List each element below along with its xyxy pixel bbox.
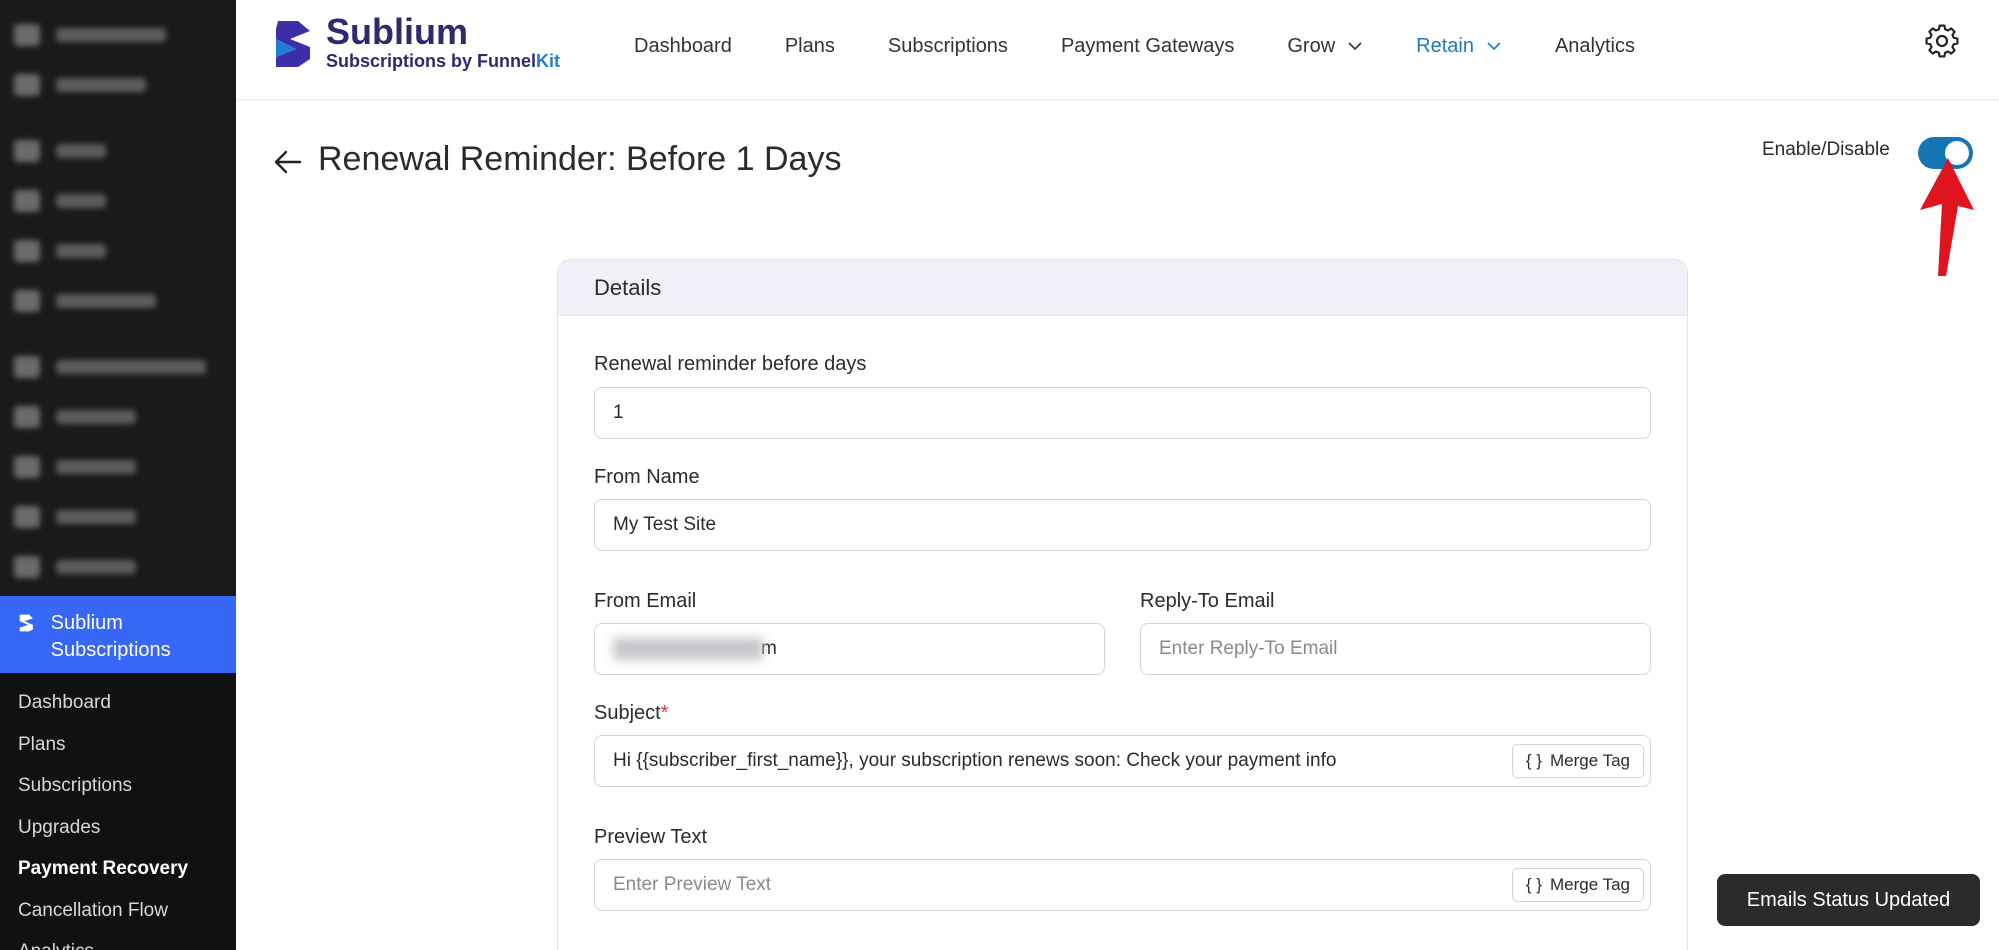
sidebar-plugin-sublium[interactable]: Sublium Subscriptions [0, 596, 236, 673]
blurred-menu-item [0, 542, 236, 592]
preview-text-label: Preview Text [594, 826, 708, 848]
status-toast: Emails Status Updated [1717, 874, 1980, 926]
details-card-title: Details [558, 260, 1687, 316]
sidebar-item-payment-recovery[interactable]: Payment Recovery [0, 852, 236, 894]
blurred-menu-item [0, 392, 236, 442]
sublium-logo-icon [19, 614, 33, 632]
subject-label: Subject* [594, 702, 669, 725]
from-email-input[interactable]: m [594, 623, 1105, 675]
back-arrow-icon[interactable] [272, 146, 304, 178]
sublium-logo-icon [276, 21, 310, 67]
brand-tagline-prefix: Subscriptions by [326, 51, 478, 71]
merge-tag-label: Merge Tag [1549, 875, 1630, 894]
blurred-menu-item [0, 176, 236, 226]
required-asterisk: * [660, 702, 669, 724]
chevron-down-icon [1487, 42, 1501, 51]
subject-input[interactable]: Hi {{subscriber_first_name}}, your subsc… [594, 735, 1651, 787]
renewal-days-label: Renewal reminder before days [594, 353, 867, 375]
brand-tagline-kit: Kit [536, 51, 561, 71]
blurred-menu-item [0, 442, 236, 492]
sidebar-submenu: Dashboard Plans Subscriptions Upgrades P… [0, 686, 236, 950]
brand-tagline-funnel: Funnel [477, 51, 537, 71]
blurred-menu-item [0, 276, 236, 326]
from-name-input[interactable]: My Test Site [594, 499, 1651, 551]
admin-sidebar: Sublium Subscriptions Dashboard Plans Su… [0, 0, 236, 950]
nav-retain-label: Retain [1416, 34, 1474, 57]
reply-to-label: Reply-To Email [1140, 590, 1275, 612]
braces-icon: { } [1525, 875, 1542, 894]
nav-plans[interactable]: Plans [785, 35, 835, 58]
nav-retain[interactable]: Retain [1416, 35, 1502, 58]
chevron-down-icon [1348, 42, 1362, 51]
blurred-menu-item [0, 126, 236, 176]
sidebar-item-dashboard[interactable]: Dashboard [0, 686, 236, 728]
preview-text-placeholder: Enter Preview Text [613, 874, 772, 895]
blurred-menu-item [0, 492, 236, 542]
renewal-days-input[interactable]: 1 [594, 387, 1651, 439]
from-name-label: From Name [594, 466, 700, 488]
blurred-menu-item [0, 226, 236, 276]
nav-subscriptions[interactable]: Subscriptions [888, 35, 1008, 58]
details-card: Details Renewal reminder before days 1 F… [557, 259, 1688, 950]
sidebar-plugin-label: Sublium Subscriptions [50, 612, 171, 661]
redacted-email [613, 637, 763, 660]
subject-value: Hi {{subscriber_first_name}}, your subsc… [613, 750, 1337, 771]
nav-grow[interactable]: Grow [1287, 35, 1363, 58]
preview-text-input[interactable]: Enter Preview Text { } Merge Tag [594, 859, 1651, 911]
top-navigation-bar: Sublium Subscriptions by FunnelKit Dashb… [236, 0, 1999, 100]
enable-disable-label: Enable/Disable [1762, 139, 1890, 160]
sidebar-item-analytics[interactable]: Analytics [0, 935, 236, 950]
brand-name: Sublium [326, 11, 468, 52]
blurred-menu-item [0, 10, 236, 60]
braces-icon: { } [1525, 751, 1542, 770]
from-email-visible-suffix: m [761, 638, 777, 659]
gear-icon[interactable] [1925, 24, 1959, 58]
sidebar-item-cancellation-flow[interactable]: Cancellation Flow [0, 894, 236, 936]
blurred-admin-menu [0, 0, 236, 596]
red-pointer-arrow-icon [1920, 158, 1974, 276]
nav-payment-gateways[interactable]: Payment Gateways [1061, 35, 1234, 58]
subject-merge-tag-button[interactable]: { } Merge Tag [1511, 744, 1644, 778]
blurred-menu-item [0, 60, 236, 110]
reply-to-input[interactable]: Enter Reply-To Email [1140, 623, 1651, 675]
blurred-menu-item [0, 342, 236, 392]
sidebar-item-subscriptions[interactable]: Subscriptions [0, 769, 236, 811]
sidebar-item-upgrades[interactable]: Upgrades [0, 811, 236, 853]
nav-analytics[interactable]: Analytics [1555, 35, 1635, 58]
brand-logo[interactable]: Sublium Subscriptions by FunnelKit [270, 14, 560, 72]
page-title: Renewal Reminder: Before 1 Days [318, 140, 842, 178]
nav-dashboard[interactable]: Dashboard [634, 35, 732, 58]
from-email-label: From Email [594, 590, 697, 612]
preview-merge-tag-button[interactable]: { } Merge Tag [1511, 868, 1644, 902]
main-nav: Dashboard Plans Subscriptions Payment Ga… [634, 30, 1688, 62]
sidebar-item-plans[interactable]: Plans [0, 728, 236, 770]
brand-tagline: Subscriptions by FunnelKit [326, 50, 560, 72]
merge-tag-label: Merge Tag [1549, 751, 1630, 770]
subject-label-text: Subject [594, 702, 661, 724]
nav-grow-label: Grow [1287, 34, 1336, 57]
